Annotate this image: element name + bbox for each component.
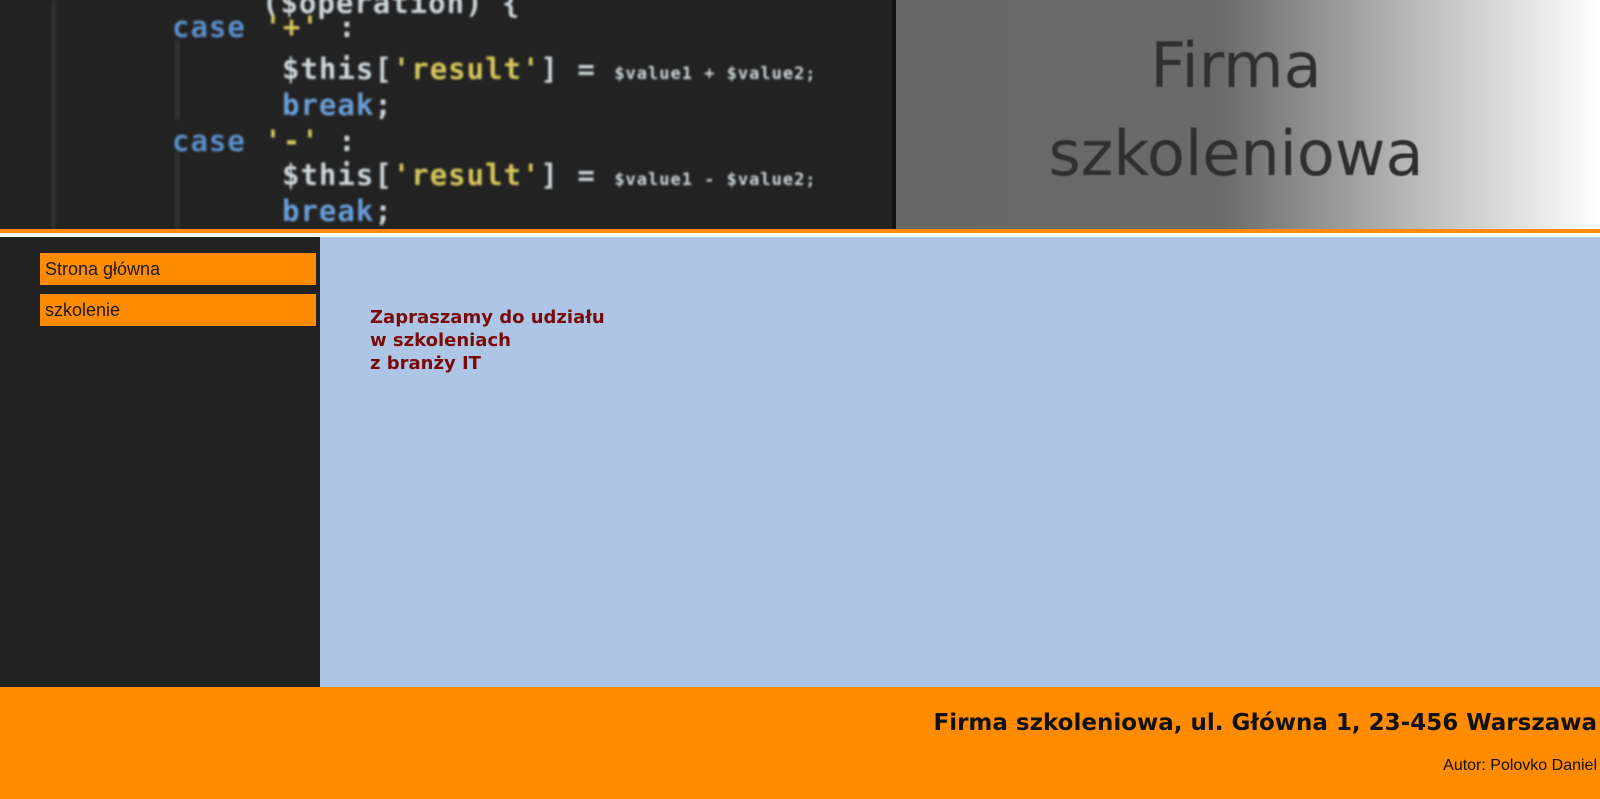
code-lines: ($operation) { case '+' : $this['result'… — [0, 0, 892, 229]
footer-address: Firma szkoleniowa, ul. Główna 1, 23-456 … — [933, 710, 1597, 736]
title-banner: Firma szkoleniowa — [892, 0, 1600, 229]
code-token: case — [172, 10, 246, 44]
intro-line-1: Zapraszamy do udziału — [370, 307, 605, 328]
code-banner-image: ($operation) { case '+' : $this['result'… — [0, 0, 892, 229]
code-token: $this — [282, 158, 375, 192]
code-token: ] = — [540, 52, 615, 86]
page: ($operation) { case '+' : $this['result'… — [0, 0, 1600, 799]
code-token: '+' — [245, 10, 339, 44]
code-token: $value1 - $value2; — [614, 170, 817, 190]
code-token: ; — [374, 194, 393, 228]
code-token: ; — [374, 88, 393, 122]
code-token: $this — [282, 52, 375, 86]
code-token: break — [282, 194, 375, 228]
nav-item-home[interactable]: Strona główna — [40, 253, 316, 285]
code-token: : — [338, 10, 357, 44]
code-token: ) { — [465, 0, 521, 20]
site-title-line-2: szkoleniowa — [1048, 117, 1424, 190]
intro-text: Zapraszamy do udziału w szkoleniach z br… — [370, 306, 605, 375]
footer: Firma szkoleniowa, ul. Główna 1, 23-456 … — [0, 687, 1600, 799]
code-line: case '+' : — [172, 10, 357, 44]
header: ($operation) { case '+' : $this['result'… — [0, 0, 1600, 233]
code-line: break; — [282, 88, 393, 122]
code-token: break — [282, 88, 375, 122]
code-token: case — [172, 124, 246, 158]
footer-author: Autor: Polovko Daniel — [1443, 757, 1597, 774]
nav-item-training[interactable]: szkolenie — [40, 294, 316, 326]
code-token: ] = — [540, 158, 615, 192]
intro-line-3: z branży IT — [370, 353, 481, 374]
code-token: 'result' — [392, 158, 541, 192]
code-line: $this['result'] = $value1 + $value2; — [282, 52, 817, 86]
code-token: 'result' — [392, 52, 541, 86]
code-token: $value1 + $value2; — [614, 64, 817, 84]
site-title: Firma szkoleniowa — [896, 22, 1576, 198]
code-line: break; — [282, 194, 393, 228]
code-token: [ — [374, 52, 393, 86]
sidebar: Strona główna szkolenie — [0, 237, 320, 687]
code-token: : — [338, 124, 357, 158]
code-line: case '-' : — [172, 124, 357, 158]
main-content: Zapraszamy do udziału w szkoleniach z br… — [320, 237, 1600, 687]
intro-line-2: w szkoleniach — [370, 330, 511, 351]
site-title-line-1: Firma — [1150, 29, 1322, 102]
code-line: $this['result'] = $value1 - $value2; — [282, 158, 817, 192]
code-token: [ — [374, 158, 393, 192]
code-token: '-' — [245, 124, 339, 158]
